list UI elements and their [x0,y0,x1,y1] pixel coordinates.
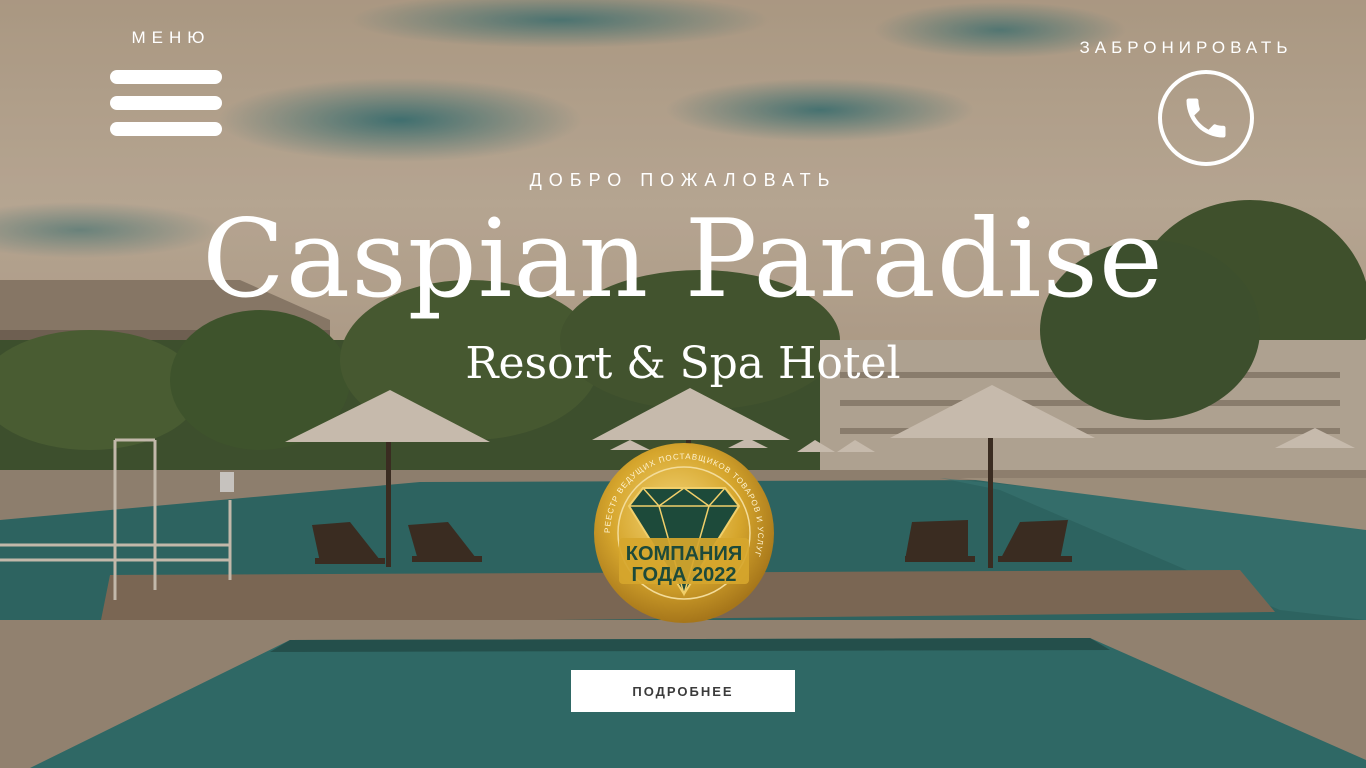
hamburger-icon[interactable] [110,70,222,136]
badge-line-1: КОМПАНИЯ [626,543,742,565]
award-badge[interactable]: РЕЕСТР ВЕДУЩИХ ПОСТАВЩИКОВ ТОВАРОВ И УСЛ… [593,442,775,624]
badge-line-2: ГОДА 2022 [631,564,736,586]
book-label: ЗАБРОНИРОВАТЬ [1079,38,1293,57]
book-button[interactable]: ЗАБРОНИРОВАТЬ [1036,38,1336,166]
menu-label: МЕНЮ [131,28,211,47]
page-subtitle: Resort & Spa Hotel [465,338,901,389]
page-title: Caspian Paradise [202,197,1164,322]
phone-icon [1186,98,1226,138]
welcome-text: ДОБРО ПОЖАЛОВАТЬ [529,170,837,190]
phone-button[interactable] [1158,70,1254,166]
menu-button[interactable]: МЕНЮ [110,28,226,148]
more-button[interactable]: ПОДРОБНЕЕ [571,670,795,712]
